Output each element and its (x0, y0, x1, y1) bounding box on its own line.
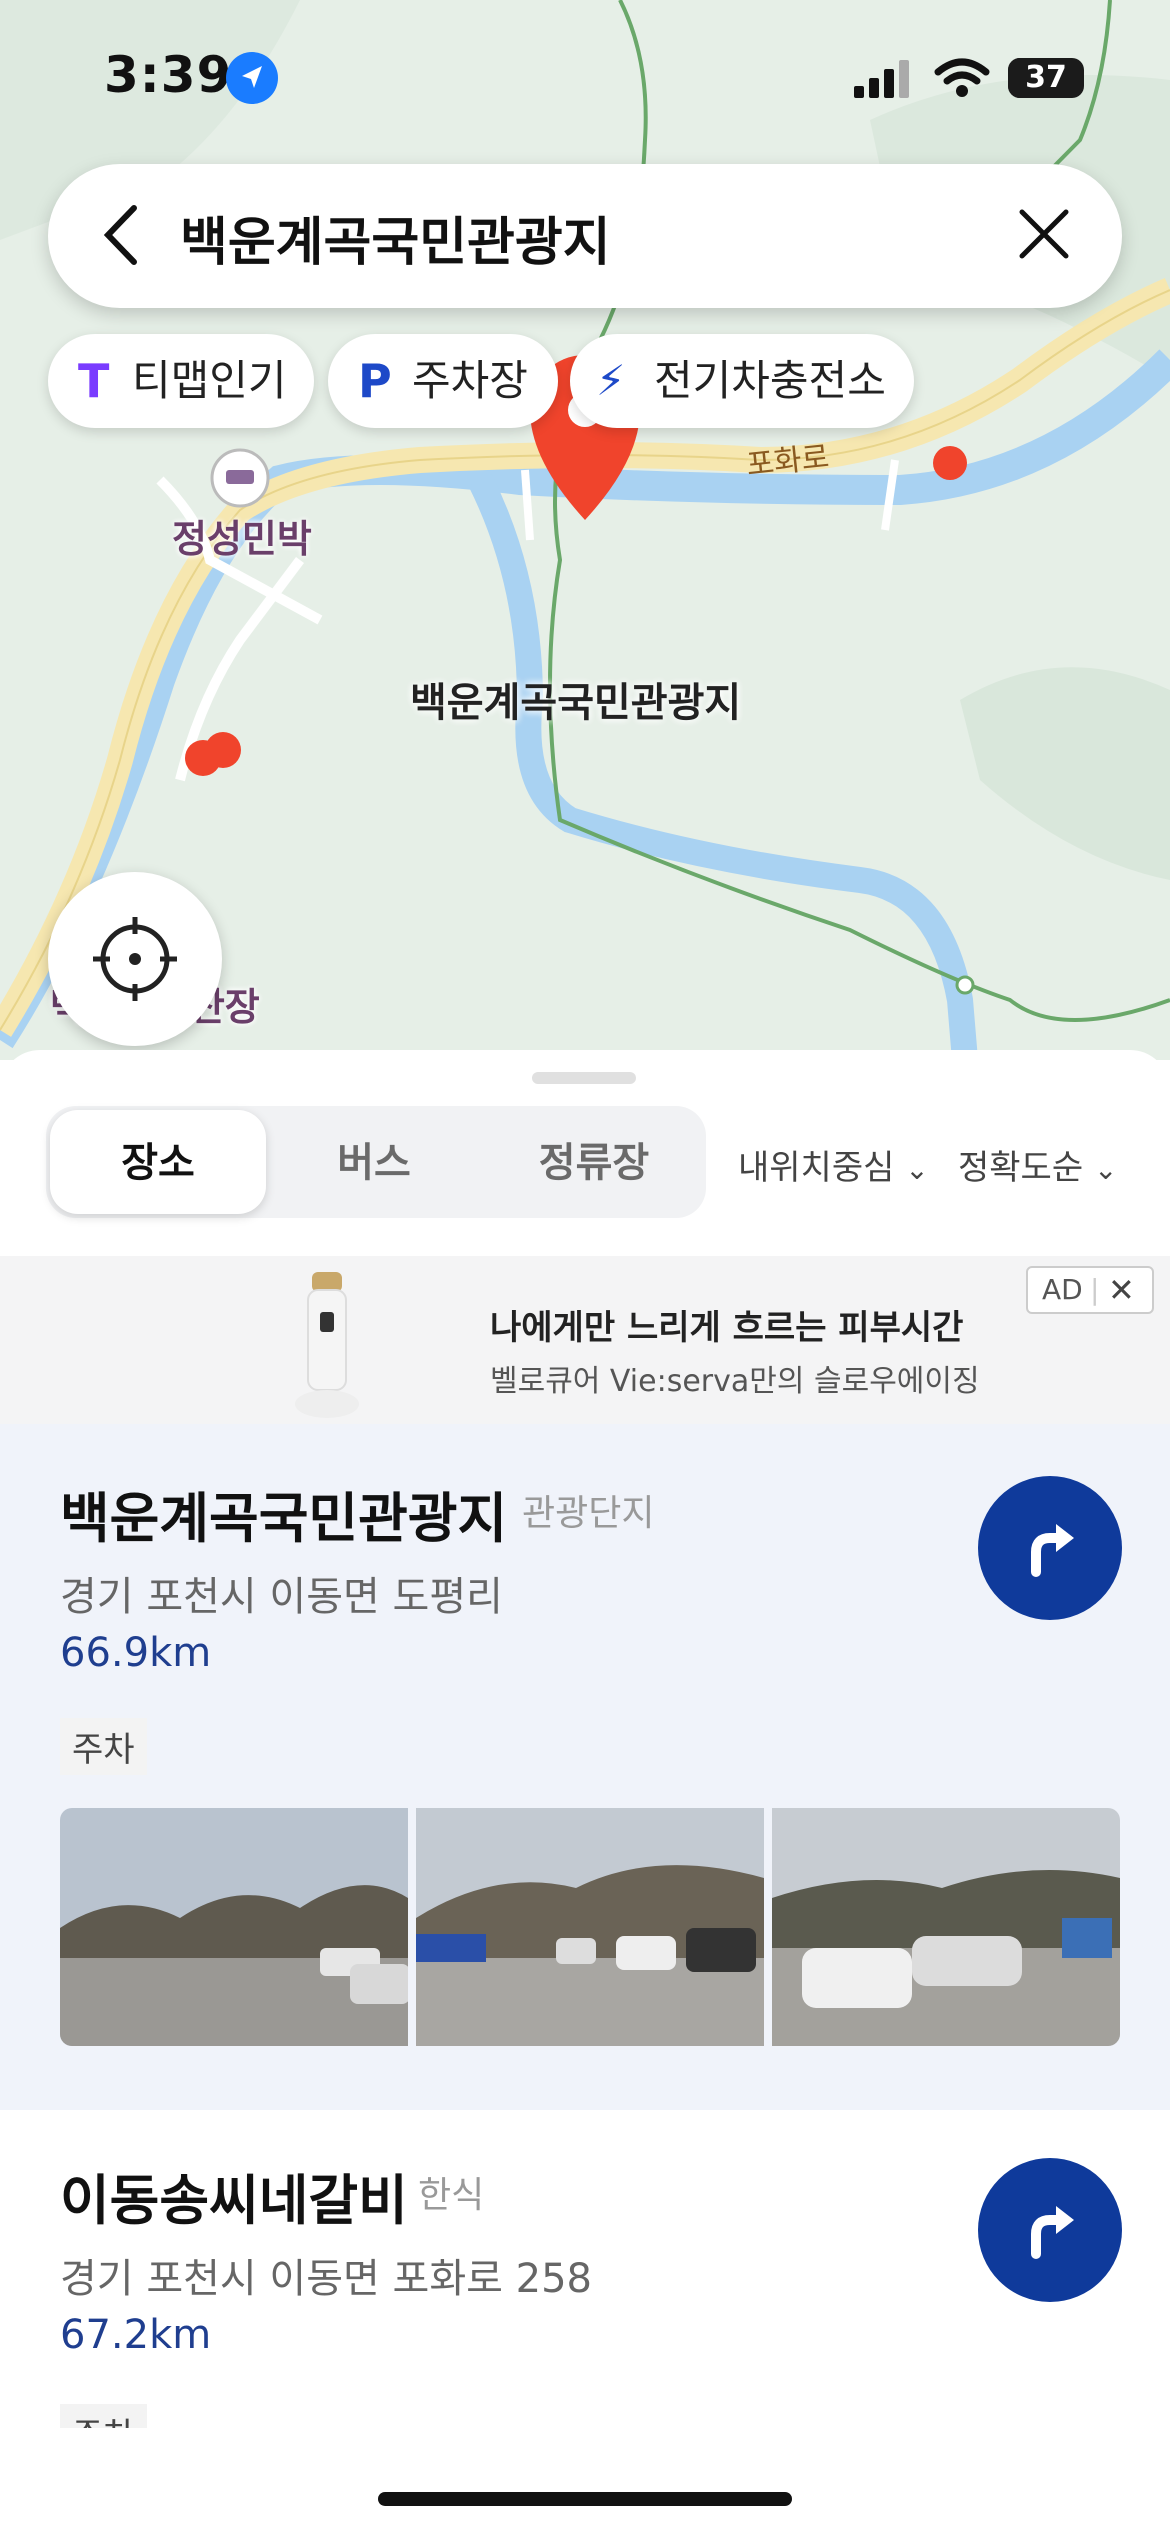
sort-location-dropdown[interactable]: 내위치중심 ⌄ (738, 1140, 929, 1189)
chip-ev-charging[interactable]: ⚡ 전기차충전소 (570, 334, 914, 428)
cellular-signal-icon (854, 60, 914, 98)
result-photo[interactable] (416, 1808, 764, 2046)
result-name[interactable]: 백운계곡국민관광지 (60, 1474, 507, 1553)
result-distance: 66.9km (60, 1630, 212, 1676)
ad-product-image (292, 1272, 362, 1422)
turn-right-icon (1031, 1524, 1074, 1577)
result-name[interactable]: 이동송씨네갈비 (60, 2156, 408, 2235)
tmap-icon: T (78, 354, 110, 408)
wifi-icon (934, 58, 990, 98)
battery-level: 37 (1025, 60, 1067, 95)
parking-icon: P (358, 354, 392, 408)
sort-order-label: 정확도순 (958, 1148, 1084, 1188)
current-location-button[interactable] (48, 872, 222, 1046)
chip-label: 티맵인기 (132, 356, 287, 405)
chip-label: 주차장 (412, 356, 528, 405)
tab-places[interactable]: 장소 (50, 1130, 266, 1188)
location-services-icon (226, 52, 278, 104)
directions-button[interactable] (978, 1476, 1122, 1620)
crosshair-icon (93, 917, 177, 1001)
directions-button[interactable] (978, 2158, 1122, 2302)
chevron-down-icon: ⌄ (1093, 1153, 1118, 1186)
road-label: 포화로 (744, 439, 831, 484)
status-time: 3:39 (104, 46, 233, 104)
close-icon[interactable] (1016, 206, 1072, 262)
home-indicator[interactable] (378, 2492, 792, 2506)
result-address: 경기 포천시 이동면 도평리 (60, 1574, 503, 1620)
sort-order-dropdown[interactable]: 정확도순 ⌄ (958, 1140, 1117, 1189)
result-photo[interactable] (60, 1808, 408, 2046)
chip-parking[interactable]: P 주차장 (328, 334, 558, 428)
result-photo[interactable] (772, 1808, 1120, 2046)
sort-location-label: 내위치중심 (738, 1148, 895, 1188)
ad-close-icon[interactable]: ✕ (1108, 1268, 1135, 1312)
chip-tmap-popular[interactable]: T 티맵인기 (48, 334, 314, 428)
sheet-handle[interactable] (532, 1072, 636, 1084)
selected-poi-label[interactable]: 백운계곡국민관광지 (410, 670, 741, 728)
ad-label: AD (1042, 1273, 1083, 1306)
ad-title[interactable]: 나에게만 느리게 흐르는 피부시간 (490, 1300, 963, 1349)
back-icon[interactable] (96, 200, 146, 270)
ad-badge: AD | ✕ (1026, 1266, 1154, 1314)
poi-label-minbak[interactable]: 정성민박 (172, 508, 312, 563)
result-distance: 67.2km (60, 2312, 212, 2358)
ad-subtitle[interactable]: 벨로큐어 Vie:serva만의 슬로우에이징 (490, 1356, 980, 1400)
tab-bus[interactable]: 버스 (266, 1130, 482, 1188)
result-tag-clipped: 주차 (60, 2404, 150, 2428)
chevron-down-icon: ⌄ (905, 1153, 929, 1186)
result-category: 한식 (418, 2175, 485, 2216)
search-query[interactable]: 백운계곡국민관광지 (180, 200, 611, 275)
lightning-icon: ⚡ (596, 356, 626, 405)
battery-icon: 37 (1008, 58, 1084, 98)
result-address: 경기 포천시 이동면 포화로 258 (60, 2256, 593, 2302)
tab-stops[interactable]: 정류장 (486, 1130, 702, 1188)
result-tag: 주차 (60, 2404, 147, 2428)
turn-right-icon (1031, 2206, 1074, 2259)
result-category: 관광단지 (522, 1493, 655, 1534)
result-tag: 주차 (60, 1718, 147, 1775)
chip-label: 전기차충전소 (654, 356, 886, 405)
